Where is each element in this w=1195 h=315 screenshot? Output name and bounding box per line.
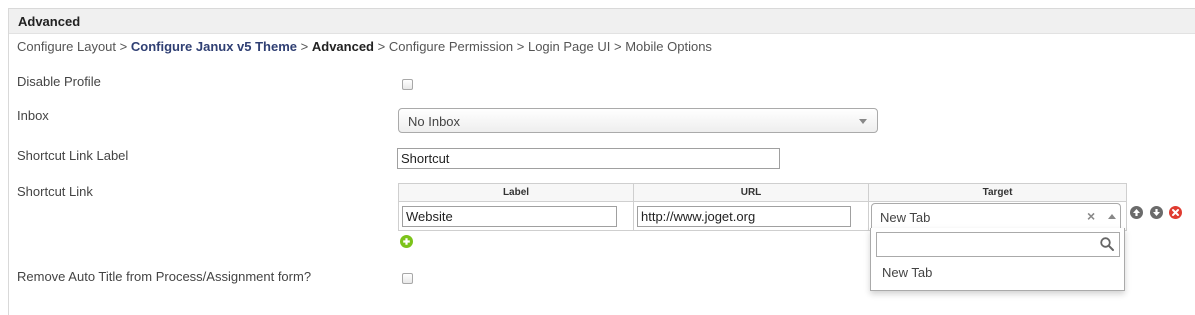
chevron-up-icon [1108, 214, 1116, 219]
remove-auto-title-checkbox[interactable] [402, 273, 413, 284]
breadcrumb: Configure Layout > Configure Janux v5 Th… [17, 39, 712, 54]
breadcrumb-item-configure-theme[interactable]: Configure Janux v5 Theme [131, 39, 297, 54]
shortcut-link-label: Shortcut Link [17, 184, 93, 199]
breadcrumb-separator: > [516, 39, 525, 54]
inbox-select[interactable]: No Inbox [398, 108, 878, 133]
inbox-selected-value: No Inbox [408, 114, 461, 129]
shortcut-link-grid: Label URL Target Website http://www.joge… [398, 183, 1127, 231]
breadcrumb-separator: > [300, 39, 309, 54]
search-icon [1100, 237, 1114, 251]
row-url-input[interactable]: http://www.joget.org [637, 206, 851, 227]
inbox-label: Inbox [17, 108, 49, 123]
disable-profile-label: Disable Profile [17, 74, 101, 89]
target-select[interactable]: New Tab × [871, 203, 1121, 229]
column-header-target: Target [868, 183, 1127, 202]
delete-icon[interactable] [1169, 206, 1182, 219]
remove-auto-title-label: Remove Auto Title from Process/Assignmen… [17, 269, 312, 284]
disable-profile-checkbox[interactable] [402, 79, 413, 90]
table-row: Website http://www.joget.org New Tab × [398, 201, 1127, 231]
row-label-input[interactable]: Website [402, 206, 617, 227]
target-dropdown: New Tab [870, 228, 1125, 291]
chevron-down-icon [859, 119, 867, 124]
breadcrumb-item-mobile-options[interactable]: Mobile Options [625, 39, 712, 54]
column-header-label: Label [398, 183, 634, 202]
move-up-icon[interactable] [1130, 206, 1143, 219]
breadcrumb-item-configure-layout[interactable]: Configure Layout [17, 39, 116, 54]
move-down-icon[interactable] [1150, 206, 1163, 219]
panel-header: Advanced [9, 9, 1195, 34]
target-selected-value: New Tab [880, 210, 931, 225]
breadcrumb-item-advanced: Advanced [311, 39, 374, 54]
breadcrumb-separator: > [614, 39, 622, 54]
breadcrumb-separator: > [119, 39, 128, 54]
breadcrumb-item-login-page-ui[interactable]: Login Page UI [528, 39, 610, 54]
target-cell: New Tab × [868, 201, 1127, 231]
dropdown-option-new-tab[interactable]: New Tab [882, 265, 932, 280]
column-header-url: URL [633, 183, 869, 202]
shortcut-link-label-input[interactable]: Shortcut [397, 148, 780, 169]
panel-title: Advanced [18, 14, 81, 29]
add-icon[interactable] [400, 235, 413, 248]
label-cell: Website [398, 201, 634, 231]
shortcut-link-label-label: Shortcut Link Label [17, 148, 129, 163]
breadcrumb-separator: > [377, 39, 386, 54]
url-cell: http://www.joget.org [633, 201, 869, 231]
breadcrumb-item-configure-permission[interactable]: Configure Permission [389, 39, 513, 54]
dropdown-search-input[interactable] [876, 232, 1120, 257]
clear-icon[interactable]: × [1087, 208, 1095, 224]
